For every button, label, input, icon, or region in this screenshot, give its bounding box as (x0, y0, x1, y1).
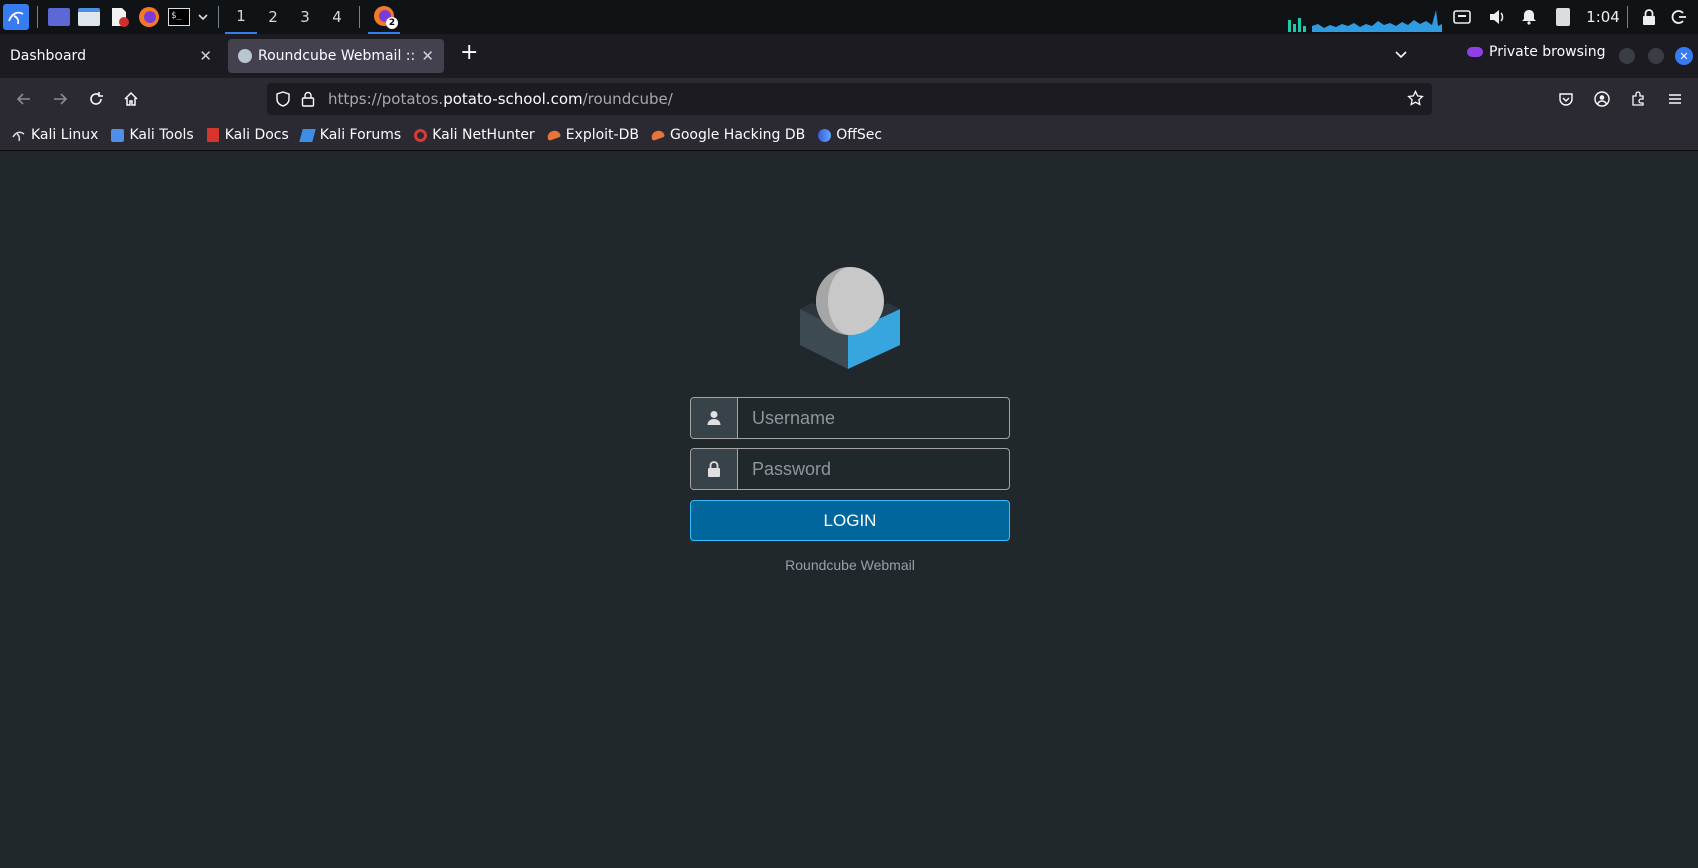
workspace-3[interactable]: 3 (289, 0, 321, 34)
volume-icon[interactable] (1485, 0, 1509, 34)
home-icon[interactable] (119, 87, 143, 111)
bookmark-label: Kali Docs (224, 127, 289, 143)
kali-forums-icon (299, 127, 317, 143)
bookmark-label: Kali Linux (31, 127, 99, 143)
pocket-icon[interactable] (1554, 87, 1578, 111)
tab-dashboard[interactable]: Dashboard ✕ (0, 39, 222, 73)
files-icon[interactable] (76, 4, 102, 30)
password-input[interactable] (738, 449, 1009, 489)
url-text[interactable]: https://potatos.potato-school.com/roundc… (328, 90, 673, 108)
url-bar[interactable]: https://potatos.potato-school.com/roundc… (267, 83, 1432, 115)
task-count-badge: 2 (386, 17, 398, 29)
account-icon[interactable] (1590, 87, 1614, 111)
cpu-graph (1288, 10, 1442, 32)
workspace-2[interactable]: 2 (257, 0, 289, 34)
minimize-button[interactable] (1619, 48, 1635, 64)
login-button[interactable]: LOGIN (690, 500, 1010, 541)
menu-icon[interactable] (1663, 87, 1687, 111)
logout-icon[interactable] (1667, 0, 1691, 34)
text-editor-icon[interactable] (106, 4, 132, 30)
bookmark-kali-nethunter[interactable]: Kali NetHunter (412, 127, 535, 143)
new-tab-button[interactable]: + (460, 40, 478, 65)
bookmark-label: Kali Forums (319, 127, 402, 143)
tab-strip: Dashboard ✕ Roundcube Webmail :: We ✕ + … (0, 34, 1698, 78)
network-icon[interactable] (1450, 0, 1474, 34)
tab-roundcube[interactable]: Roundcube Webmail :: We ✕ (228, 39, 444, 73)
clock[interactable]: 1:04 (1583, 0, 1623, 34)
tab-label: Roundcube Webmail :: We (258, 48, 418, 64)
chevron-down-icon[interactable] (196, 4, 210, 30)
nethunter-icon (412, 127, 428, 143)
bookmark-label: Google Hacking DB (669, 127, 806, 143)
workspace-1[interactable]: 1 (225, 0, 257, 34)
close-window-button[interactable]: ✕ (1675, 47, 1693, 65)
offsec-icon (816, 127, 832, 143)
navigation-toolbar: https://potatos.potato-school.com/roundc… (0, 78, 1698, 120)
roundcube-footer-label: Roundcube Webmail (785, 557, 915, 573)
kali-menu-icon[interactable] (3, 4, 29, 30)
forward-icon[interactable] (48, 87, 72, 111)
close-icon[interactable]: ✕ (421, 47, 434, 65)
bookmark-label: Kali NetHunter (432, 127, 535, 143)
username-field[interactable] (690, 397, 1010, 439)
bookmark-google-hacking-db[interactable]: Google Hacking DB (650, 127, 805, 143)
firefox-icon[interactable] (136, 4, 162, 30)
bookmark-label: Exploit-DB (565, 127, 639, 143)
bookmark-label: OffSec (836, 127, 883, 143)
lock-icon[interactable] (301, 91, 315, 111)
bookmark-kali-linux[interactable]: Kali Linux (11, 127, 98, 143)
firefox-task-button[interactable]: 2 (368, 0, 400, 34)
username-input[interactable] (738, 398, 1009, 438)
back-icon[interactable] (12, 87, 36, 111)
lock-icon (691, 449, 738, 489)
clipboard-icon[interactable] (1551, 0, 1575, 34)
roundcube-login-page: LOGIN Roundcube Webmail (0, 151, 1698, 868)
extensions-icon[interactable] (1626, 87, 1650, 111)
roundcube-favicon-icon (238, 49, 252, 63)
password-field[interactable] (690, 448, 1010, 490)
shield-icon[interactable] (275, 91, 291, 111)
maximize-button[interactable] (1648, 48, 1664, 64)
top-panel: $_ 1 2 3 4 2 1:04 (0, 0, 1698, 34)
lock-icon[interactable] (1637, 0, 1661, 34)
bookmarks-toolbar: Kali Linux Kali Tools Kali Docs Kali For… (0, 120, 1698, 151)
kali-docs-icon (205, 127, 221, 143)
roundcube-logo-icon (800, 267, 900, 369)
bookmark-kali-tools[interactable]: Kali Tools (109, 127, 194, 143)
private-browsing-indicator: Private browsing (1467, 44, 1606, 60)
tab-label: Dashboard (10, 48, 86, 64)
bookmark-star-icon[interactable] (1407, 89, 1424, 111)
ghdb-icon (650, 127, 666, 143)
terminal-icon[interactable]: $_ (166, 4, 192, 30)
bell-icon[interactable] (1517, 0, 1541, 34)
user-icon (691, 398, 738, 438)
reload-icon[interactable] (84, 87, 108, 111)
private-browsing-label: Private browsing (1489, 44, 1606, 60)
bookmark-kali-forums[interactable]: Kali Forums (299, 127, 402, 143)
bookmark-offsec[interactable]: OffSec (816, 127, 882, 143)
exploit-db-icon (546, 127, 562, 143)
list-all-tabs-icon[interactable] (1393, 46, 1409, 66)
kali-dragon-icon (11, 127, 27, 143)
bookmark-kali-docs[interactable]: Kali Docs (205, 127, 289, 143)
bookmark-exploit-db[interactable]: Exploit-DB (546, 127, 639, 143)
kali-tools-icon (109, 127, 125, 143)
close-icon[interactable]: ✕ (199, 47, 212, 65)
bookmark-label: Kali Tools (129, 127, 194, 143)
private-mask-icon (1467, 47, 1483, 57)
desktop-icon[interactable] (46, 4, 72, 30)
workspace-4[interactable]: 4 (321, 0, 353, 34)
